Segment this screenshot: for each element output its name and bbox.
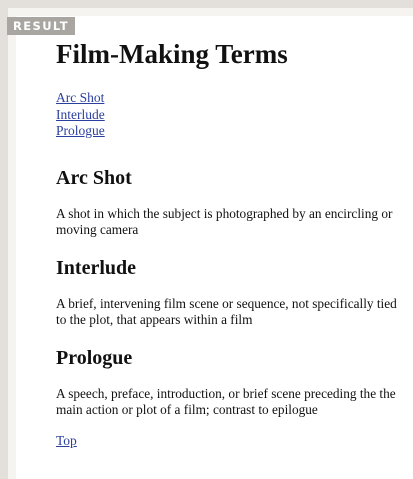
section-text-arc-shot: A shot in which the subject is photograp…: [56, 205, 393, 238]
toc-link-interlude[interactable]: Interlude: [56, 107, 406, 124]
toc-link-arc-shot[interactable]: Arc Shot: [56, 90, 406, 107]
section-heading-prologue: Prologue: [56, 346, 133, 369]
section-heading-arc-shot: Arc Shot: [56, 166, 132, 189]
toc-link-prologue[interactable]: Prologue: [56, 123, 406, 140]
section-text-prologue: A speech, preface, introduction, or brie…: [56, 385, 396, 418]
section-text-interlude: A brief, intervening film scene or seque…: [56, 295, 397, 328]
table-of-contents: Arc Shot Interlude Prologue: [56, 90, 406, 140]
top-link[interactable]: Top: [56, 433, 406, 450]
result-badge: RESULT: [7, 17, 76, 35]
page-content: Film-Making Terms Arc Shot Interlude Pro…: [56, 38, 406, 449]
page-title: Film-Making Terms: [56, 39, 288, 69]
section-heading-interlude: Interlude: [56, 256, 136, 279]
